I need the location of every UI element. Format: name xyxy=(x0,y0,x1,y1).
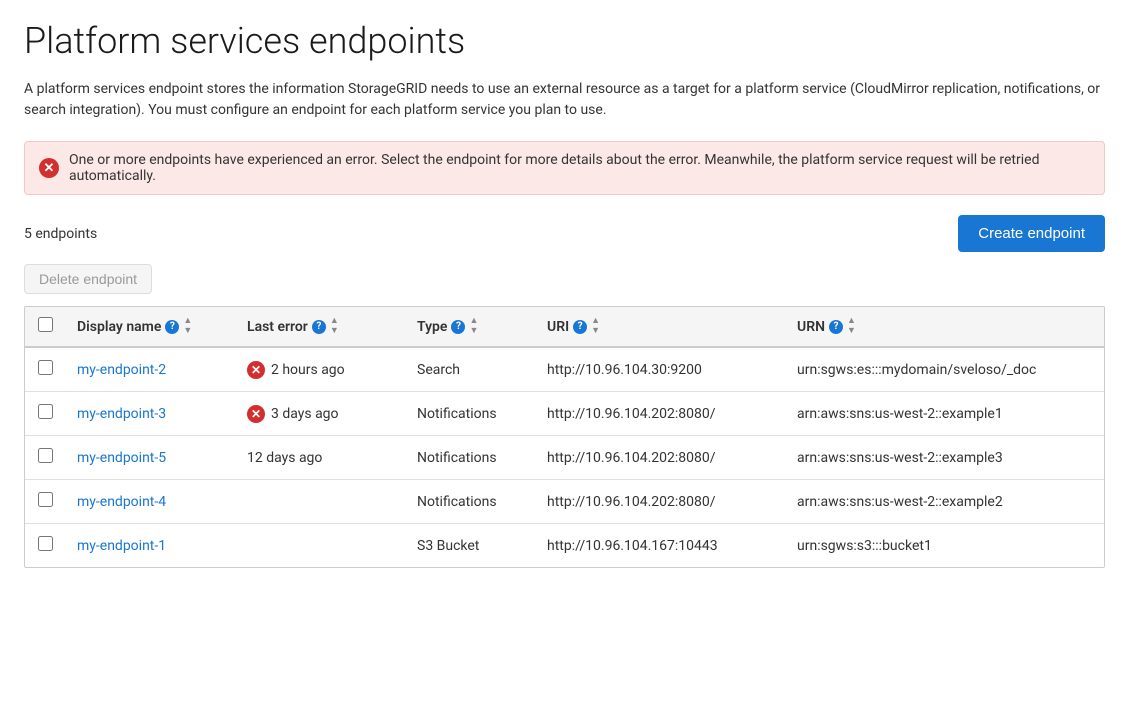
row-uri: http://10.96.104.30:9200 xyxy=(535,347,785,392)
row-checkbox-cell xyxy=(25,347,65,392)
header-uri: URI ? ▲ ▼ xyxy=(535,307,785,347)
header-display-name-label: Display name xyxy=(77,319,161,335)
error-indicator-icon: ✕ xyxy=(247,361,265,379)
header-display-name: Display name ? ▲ ▼ xyxy=(65,307,235,347)
row-4-checkbox[interactable] xyxy=(38,536,53,551)
header-checkbox-cell xyxy=(25,307,65,347)
row-1-checkbox[interactable] xyxy=(38,404,53,419)
row-urn: arn:aws:sns:us-west-2::example3 xyxy=(785,436,1104,480)
row-urn: arn:aws:sns:us-west-2::example2 xyxy=(785,480,1104,524)
endpoint-name-link[interactable]: my-endpoint-1 xyxy=(77,538,166,554)
display-name-help-icon[interactable]: ? xyxy=(165,320,179,334)
row-name: my-endpoint-1 xyxy=(65,524,235,568)
delete-endpoint-row: Delete endpoint xyxy=(24,264,1105,306)
endpoint-name-link[interactable]: my-endpoint-3 xyxy=(77,406,166,422)
header-urn-label: URN xyxy=(797,319,825,335)
last-error-help-icon[interactable]: ? xyxy=(312,320,326,334)
row-type: Notifications xyxy=(405,436,535,480)
row-name: my-endpoint-2 xyxy=(65,347,235,392)
header-urn: URN ? ▲ ▼ xyxy=(785,307,1104,347)
row-name: my-endpoint-3 xyxy=(65,392,235,436)
row-last-error: ✕ 2 hours ago xyxy=(235,347,405,392)
select-all-checkbox[interactable] xyxy=(38,317,53,332)
row-urn: arn:aws:sns:us-west-2::example1 xyxy=(785,392,1104,436)
row-checkbox-cell xyxy=(25,524,65,568)
urn-help-icon[interactable]: ? xyxy=(829,320,843,334)
row-type: Notifications xyxy=(405,392,535,436)
row-type: S3 Bucket xyxy=(405,524,535,568)
table-row: my-endpoint-3 ✕ 3 days ago Notificationshtt… xyxy=(25,392,1104,436)
row-name: my-endpoint-5 xyxy=(65,436,235,480)
table-row: my-endpoint-1 S3 Buckethttp://10.96.104.1… xyxy=(25,524,1104,568)
delete-endpoint-button[interactable]: Delete endpoint xyxy=(24,264,152,294)
create-endpoint-button[interactable]: Create endpoint xyxy=(958,215,1105,252)
display-name-sort[interactable]: ▲ ▼ xyxy=(183,317,192,336)
row-last-error xyxy=(235,524,405,568)
header-last-error-label: Last error xyxy=(247,319,308,335)
type-help-icon[interactable]: ? xyxy=(451,320,465,334)
row-last-error xyxy=(235,480,405,524)
row-uri: http://10.96.104.167:10443 xyxy=(535,524,785,568)
last-error-text: 2 hours ago xyxy=(271,362,345,378)
table-row: my-endpoint-4 Notificationshttp://10.96.1… xyxy=(25,480,1104,524)
header-last-error: Last error ? ▲ ▼ xyxy=(235,307,405,347)
row-uri: http://10.96.104.202:8080/ xyxy=(535,436,785,480)
alert-error-text: One or more endpoints have experienced a… xyxy=(69,152,1090,184)
endpoint-name-link[interactable]: my-endpoint-5 xyxy=(77,450,166,466)
endpoint-name-link[interactable]: my-endpoint-4 xyxy=(77,494,166,510)
row-2-checkbox[interactable] xyxy=(38,448,53,463)
row-urn: urn:sgws:s3:::bucket1 xyxy=(785,524,1104,568)
table-row: my-endpoint-5 12 days ago Notificationshtt… xyxy=(25,436,1104,480)
last-error-sort[interactable]: ▲ ▼ xyxy=(330,317,339,336)
table-row: my-endpoint-2 ✕ 2 hours ago Searchhttp://10… xyxy=(25,347,1104,392)
row-uri: http://10.96.104.202:8080/ xyxy=(535,480,785,524)
endpoints-table: Display name ? ▲ ▼ Last error ? ▲ xyxy=(25,307,1104,567)
page-description: A platform services endpoint stores the … xyxy=(24,79,1104,121)
alert-error-icon: ✕ xyxy=(39,158,59,178)
error-alert: ✕ One or more endpoints have experienced… xyxy=(24,141,1105,195)
error-indicator-icon: ✕ xyxy=(247,405,265,423)
row-last-error: ✕ 3 days ago xyxy=(235,392,405,436)
endpoint-name-link[interactable]: my-endpoint-2 xyxy=(77,362,166,378)
page-title: Platform services endpoints xyxy=(24,20,1105,63)
row-0-checkbox[interactable] xyxy=(38,360,53,375)
row-checkbox-cell xyxy=(25,436,65,480)
row-3-checkbox[interactable] xyxy=(38,492,53,507)
endpoints-table-container: Display name ? ▲ ▼ Last error ? ▲ xyxy=(24,306,1105,568)
table-header-row: Display name ? ▲ ▼ Last error ? ▲ xyxy=(25,307,1104,347)
endpoints-count: 5 endpoints xyxy=(24,226,97,242)
row-type: Search xyxy=(405,347,535,392)
row-uri: http://10.96.104.202:8080/ xyxy=(535,392,785,436)
row-name: my-endpoint-4 xyxy=(65,480,235,524)
row-last-error: 12 days ago xyxy=(235,436,405,480)
header-type-label: Type xyxy=(417,319,447,335)
uri-help-icon[interactable]: ? xyxy=(573,320,587,334)
header-uri-label: URI xyxy=(547,319,569,335)
uri-sort[interactable]: ▲ ▼ xyxy=(591,317,600,336)
row-type: Notifications xyxy=(405,480,535,524)
row-checkbox-cell xyxy=(25,480,65,524)
toolbar: 5 endpoints Create endpoint xyxy=(24,215,1105,252)
header-type: Type ? ▲ ▼ xyxy=(405,307,535,347)
urn-sort[interactable]: ▲ ▼ xyxy=(847,317,856,336)
type-sort[interactable]: ▲ ▼ xyxy=(469,317,478,336)
row-urn: urn:sgws:es:::mydomain/sveloso/_doc xyxy=(785,347,1104,392)
last-error-text: 3 days ago xyxy=(271,406,339,422)
last-error-text: 12 days ago xyxy=(247,450,322,466)
row-checkbox-cell xyxy=(25,392,65,436)
